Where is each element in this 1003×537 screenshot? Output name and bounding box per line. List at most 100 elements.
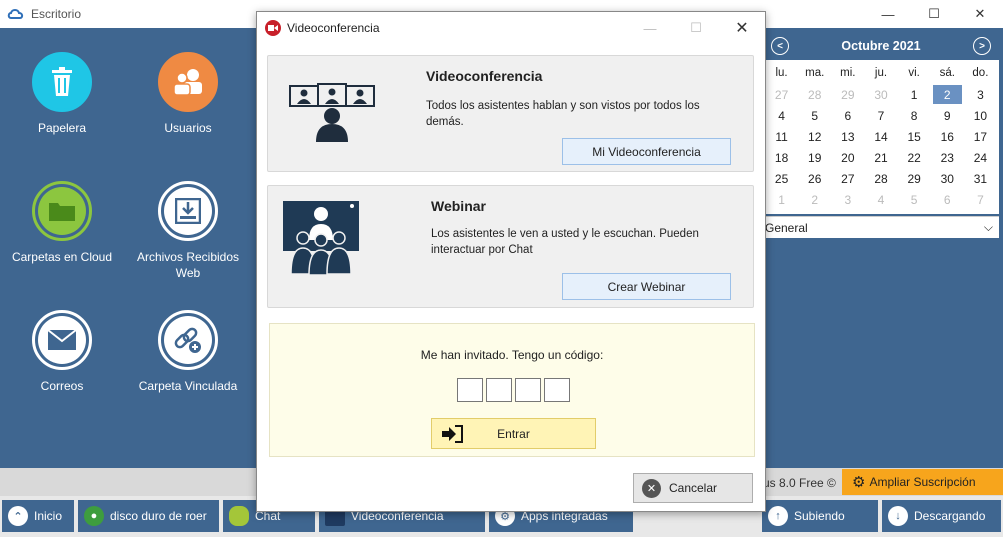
calendar-day[interactable]: 1 [765,189,798,210]
calendar-day[interactable]: 27 [831,168,864,189]
calendar-day[interactable]: 13 [831,126,864,147]
dialog-window-controls: — ☐ ✕ [627,12,765,44]
calendar-day[interactable]: 11 [765,126,798,147]
my-videoconference-button[interactable]: Mi Videoconferencia [562,138,731,165]
calendar-day[interactable]: 3 [964,84,997,105]
calendar-header: < Octubre 2021 > [763,32,999,60]
calendar-day[interactable]: 9 [931,105,964,126]
calendar-day[interactable]: 30 [864,84,897,105]
calendar-day[interactable]: 2 [932,85,962,104]
calendar-day[interactable]: 22 [898,147,931,168]
calendar-day[interactable]: 18 [765,147,798,168]
dialog-titlebar: Videoconferencia — ☐ ✕ [257,12,765,44]
close-circle-icon: ✕ [642,479,661,498]
calendar-day[interactable]: 10 [964,105,997,126]
taskbar-subiendo[interactable]: ↑ Subiendo [762,500,878,532]
desktop-icon-label: Papelera [37,121,87,135]
desktop-icon-usuarios[interactable]: Usuarios [128,52,248,136]
download-icon: ↓ [888,506,908,526]
code-input-3[interactable] [515,378,541,402]
desktop-icon-label: Correos [40,379,84,393]
calendar-day[interactable]: 30 [931,168,964,189]
close-button[interactable]: ✕ [719,12,765,44]
create-webinar-button[interactable]: Crear Webinar [562,273,731,300]
inbox-icon [158,181,218,241]
calendar-day[interactable]: 8 [898,105,931,126]
close-button[interactable]: ✕ [957,0,1003,28]
calendar-day[interactable]: 7 [964,189,997,210]
calendar-day[interactable]: 31 [964,168,997,189]
dialog-title: Videoconferencia [287,21,380,35]
calendar-day[interactable]: 29 [898,168,931,189]
chat-icon [229,506,249,526]
calendar-day[interactable]: 16 [931,126,964,147]
desktop-icon-archivos-recibidos[interactable]: Archivos Recibidos Web [128,181,248,281]
calendar-day[interactable]: 2 [798,189,831,210]
calendar-day[interactable]: 27 [765,84,798,105]
calendar-day[interactable]: 1 [898,84,931,105]
calendar-day[interactable]: 28 [798,84,831,105]
calendar-day[interactable]: 26 [798,168,831,189]
calendar-day[interactable]: 25 [765,168,798,189]
webinar-description: Los asistentes le ven a usted y le escuc… [431,228,699,256]
prev-month-button[interactable]: < [771,37,789,55]
desktop-icon-correos[interactable]: Correos [2,310,122,394]
calendar-day[interactable]: 12 [798,126,831,147]
desktop-icon-label: Carpetas en Cloud [11,250,113,264]
calendar-filter-select[interactable]: General ⌵ [763,216,999,238]
calendar-day[interactable]: 17 [964,126,997,147]
start-chevron-icon: ⌃ [8,506,28,526]
desktop-icon-label: Archivos Recibidos Web [136,250,240,280]
calendar-day[interactable]: 15 [898,126,931,147]
invite-panel: Me han invitado. Tengo un código: Entrar [269,323,755,457]
gear-icon: ⚙ [852,474,866,491]
calendar-day[interactable]: 7 [864,105,897,126]
enter-button[interactable]: Entrar [431,418,596,449]
calendar: < Octubre 2021 > lu. ma. mi. ju. vi. sá. do. 27… [763,32,999,214]
calendar-day[interactable]: 3 [831,189,864,210]
maximize-button[interactable]: ☐ [911,0,957,28]
desktop-icon-carpetas-cloud[interactable]: Carpetas en Cloud [2,181,122,265]
calendar-day[interactable]: 24 [964,147,997,168]
calendar-day[interactable]: 4 [864,189,897,210]
calendar-day[interactable]: 5 [798,105,831,126]
calendar-day[interactable]: 19 [798,147,831,168]
invite-label: Me han invitado. Tengo un código: [420,348,604,362]
code-input-1[interactable] [457,378,483,402]
taskbar-label: Inicio [34,509,63,523]
minimize-button: — [643,20,657,36]
desktop-icon-carpeta-vinculada[interactable]: Carpeta Vinculada [128,310,248,394]
folder-icon [32,181,92,241]
calendar-day[interactable]: 29 [831,84,864,105]
calendar-day[interactable]: 6 [931,189,964,210]
webinar-illustration-icon [283,201,359,276]
weekday-label: do. [972,67,989,79]
calendar-day[interactable]: 4 [765,105,798,126]
desktop-icon-papelera[interactable]: Papelera [2,52,122,136]
calendar-day[interactable]: 28 [864,168,897,189]
upgrade-subscription-button[interactable]: ⚙ Ampliar Suscripción [842,469,1003,495]
calendar-day[interactable]: 23 [931,147,964,168]
calendar-day[interactable]: 20 [831,147,864,168]
taskbar-disco[interactable]: ● disco duro de roer [78,500,219,532]
weekday-label: vi. [908,67,920,79]
videoconference-dialog: Videoconferencia — ☐ ✕ Videoconferencia … [256,11,766,512]
taskbar-inicio[interactable]: ⌃ Inicio [2,500,74,532]
weekday-label: sá. [939,67,955,79]
window-title: Escritorio [31,7,82,21]
upgrade-label: Ampliar Suscripción [869,475,976,489]
taskbar-descargando[interactable]: ↓ Descargando [882,500,1001,532]
cancel-button[interactable]: ✕ Cancelar [633,473,753,503]
calendar-day[interactable]: 21 [864,147,897,168]
minimize-button[interactable]: — [865,0,911,28]
next-month-button[interactable]: > [973,37,991,55]
calendar-day[interactable]: 6 [831,105,864,126]
code-input-4[interactable] [544,378,570,402]
sign-in-icon [442,425,463,443]
calendar-day[interactable]: 14 [864,126,897,147]
webinar-panel: Webinar Los asistentes le ven a usted y … [267,185,754,308]
chevron-down-icon: ⌵ [983,220,993,234]
calendar-day[interactable]: 5 [898,189,931,210]
videoconference-illustration-icon [289,83,375,142]
code-input-2[interactable] [486,378,512,402]
